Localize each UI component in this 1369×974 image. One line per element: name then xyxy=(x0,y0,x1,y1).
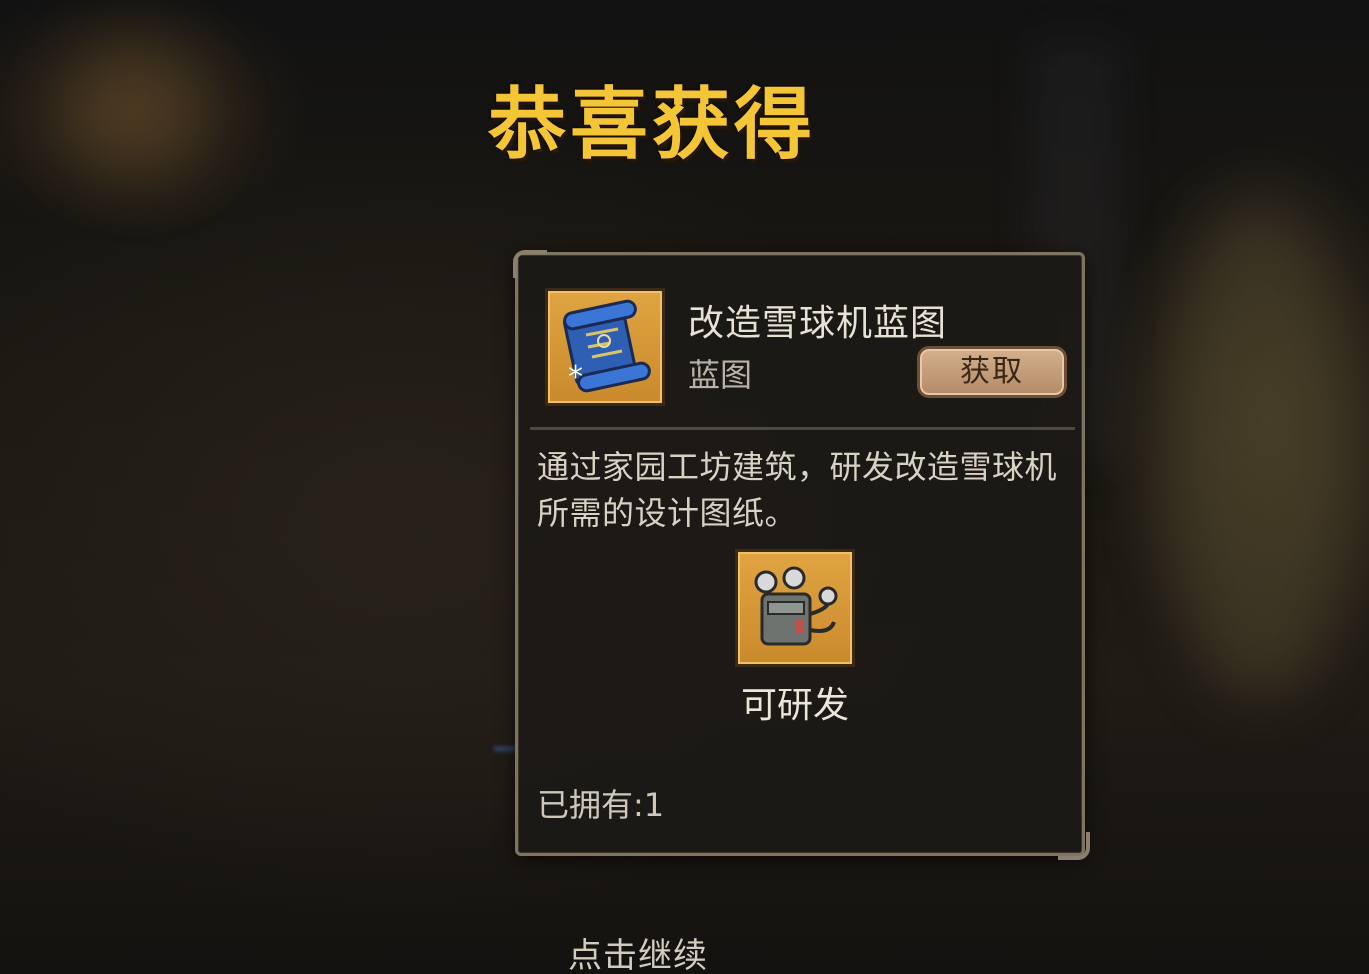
obtain-button[interactable]: 获取 xyxy=(917,346,1067,398)
divider xyxy=(530,427,1075,430)
research-status-label: 可研发 xyxy=(740,685,849,726)
snowball-machine-icon xyxy=(754,566,838,646)
reward-screen[interactable]: ▁ 恭喜获得 * 改造雪球机蓝图 蓝图 获取 通过家园工坊建筑，研发改造雪球机所… xyxy=(0,0,1369,974)
item-icon-frame: * xyxy=(545,288,665,406)
research-product-frame[interactable] xyxy=(735,549,855,667)
item-name: 改造雪球机蓝图 xyxy=(688,303,948,344)
panel-corner-ornament xyxy=(1058,832,1090,860)
blueprint-scroll-icon: * xyxy=(563,299,651,395)
tap-to-continue[interactable]: 点击继续 xyxy=(568,928,708,974)
svg-text:*: * xyxy=(568,360,583,395)
owned-count: 已拥有:1 xyxy=(537,786,665,824)
item-description: 通过家园工坊建筑，研发改造雪球机所需的设计图纸。 xyxy=(537,448,1058,532)
panel-corner-ornament xyxy=(513,250,547,278)
item-type: 蓝图 xyxy=(688,356,753,394)
background-light-left xyxy=(60,40,210,180)
reward-title: 恭喜获得 xyxy=(488,80,817,170)
background-light-right xyxy=(1160,200,1360,700)
